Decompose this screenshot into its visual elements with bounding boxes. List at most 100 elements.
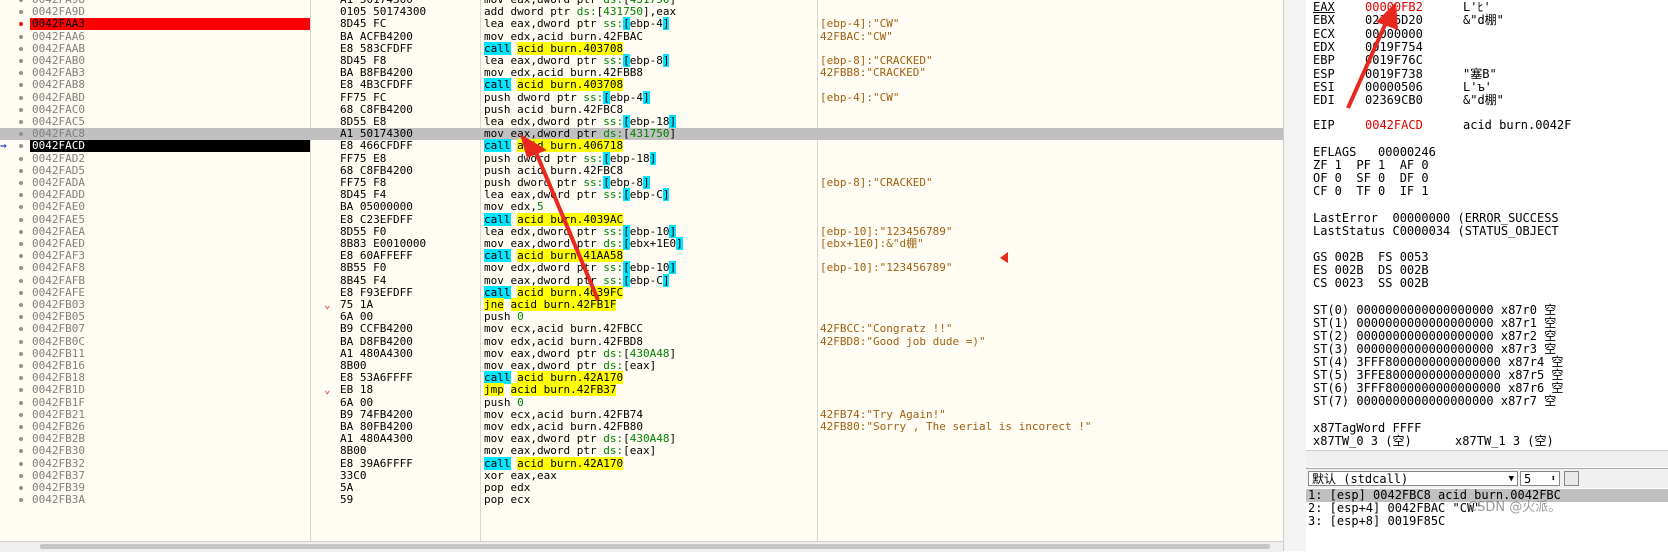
register-ecx[interactable]: ECX 00000000 [1313,27,1423,41]
opcode-bytes[interactable]: 59 [340,494,353,506]
instruction[interactable]: jmp acid burn.42FB37 [484,383,617,397]
instruction[interactable]: mov edx,dword ptr ss:[ebp-10] [484,261,677,275]
disasm-row[interactable]: 0042FB37 33C0 xor eax,eax [0,469,1283,482]
address-cell[interactable]: 0042FB1F [30,396,310,409]
address-cell[interactable]: 0042FAC0 [30,103,310,116]
disasm-row[interactable]: 0042FAB8 E8 4B3CFDFF call acid burn.403708 [0,78,1283,92]
unlock-checkbox[interactable] [1564,471,1579,486]
opcode-bytes[interactable]: 8D55 F0 [340,225,386,238]
breakpoint-gutter[interactable] [0,372,28,384]
comment[interactable]: [ebp-8]:"CRACKED" [820,55,933,67]
opcode-bytes[interactable]: FF75 E8 [340,152,386,165]
opcode-bytes[interactable]: 75 1A [340,299,373,311]
address-cell[interactable]: 0042FACD [30,140,310,153]
disasm-row[interactable]: 0042FB03 ⌄ 75 1A jne acid burn.42FB1F [0,298,1283,311]
address-cell[interactable]: 0042FAA3 [30,18,310,31]
address-cell[interactable]: 0042FA9D [30,6,310,18]
instruction[interactable]: jne acid burn.42FB1F [484,298,617,311]
register-value[interactable]: 00000506 [1365,80,1423,94]
breakpoint-gutter[interactable] [0,409,28,421]
opcode-bytes[interactable]: 8D45 F8 [340,55,386,67]
opcode-bytes[interactable]: E8 583CFDFF [340,42,413,55]
disasm-row[interactable]: 0042FB2B A1 480A4300 mov eax,dword ptr ds:… [0,433,1283,445]
disasm-row[interactable]: 0042FB16 8B00 mov eax,dword ptr ds:[eax] [0,360,1283,372]
register-edx[interactable]: EDX 0019F754 [1313,40,1423,54]
disasm-row[interactable]: 0042FB39 5A pop edx [0,482,1283,494]
register-eip[interactable]: EIP 0042FACD acid burn.0042F [1313,119,1571,132]
disasm-row[interactable]: 0042FAED 8B83 E0010000 mov eax,dword ptr d… [0,237,1283,250]
opcode-bytes[interactable]: B9 CCFB4200 [340,323,413,335]
instruction[interactable]: pop edx [484,482,530,494]
disasm-row[interactable]: 0042FADA FF75 F8 push dword ptr ss:[ebp-8]… [0,176,1283,189]
arg-count-spinner[interactable]: 5 ⬍ [1520,471,1560,486]
address-cell[interactable]: 0042FB30 [30,445,310,457]
disasm-row[interactable]: 0042FACD E8 466CFDFF call acid burn.406718 [0,139,1283,153]
register-eax[interactable]: EAX 00000FB2 L'ﾋ' [1313,1,1491,14]
breakpoint-gutter[interactable] [0,238,28,250]
opcode-bytes[interactable]: 8D55 E8 [340,116,386,128]
instruction[interactable]: call acid burn.4039FC [484,285,624,299]
address-cell[interactable]: 0042FB11 [30,347,310,360]
address-cell[interactable]: 0042FB05 [30,311,310,323]
disasm-row[interactable]: 0042FAD5 68 C8FB4200 push acid burn.42FBC8 [0,164,1283,177]
breakpoint-gutter[interactable] [0,128,28,140]
address-cell[interactable]: 0042FB0C [30,335,310,348]
instruction[interactable]: add dword ptr ds:[431750],eax [484,6,676,18]
breakpoint-gutter[interactable] [0,55,28,67]
opcode-bytes[interactable]: FF75 FC [340,91,386,104]
instruction[interactable]: push 0 [484,396,524,409]
disasm-row[interactable]: 0042FB26 BA 80FB4200 mov edx,acid burn.42F… [0,421,1283,433]
disasm-row[interactable]: 0042FB07 B9 CCFB4200 mov ecx,acid burn.42F… [0,323,1283,335]
opcode-bytes[interactable]: 8B00 [340,360,367,372]
instruction[interactable]: mov eax,dword ptr ds:[ebx+1E0] [484,237,683,250]
comment[interactable]: 42FB74:"Try Again!" [820,408,946,421]
opcode-bytes[interactable]: 6A 00 [340,311,373,323]
registers-panel[interactable]: EAX 00000FB2 L'ﾋ' EBX 02366D20 &"d棚" ECX 000000… [1306,0,1668,466]
address-cell[interactable]: 0042FB26 [30,421,310,433]
breakpoint-gutter[interactable] [0,18,28,30]
address-cell[interactable]: 0042FB2B [30,433,310,445]
breakpoint-gutter[interactable] [0,153,28,165]
disasm-row[interactable]: 0042FAA3 8D45 FC lea eax,dword ptr ss:[ebp… [0,17,1283,31]
comment[interactable]: [ebx+1E0]:&"d棚" [820,238,924,250]
address-cell[interactable]: 0042FAC5 [30,116,310,128]
breakpoint-gutter[interactable] [0,360,28,372]
breakpoint-gutter[interactable] [0,336,28,348]
address-cell[interactable]: 0042FB32 [30,457,310,470]
comment[interactable]: 42FBCC:"Congratz !!" [820,323,952,335]
instruction[interactable]: mov ecx,acid burn.42FB74 [484,408,643,421]
comment[interactable]: [ebp-10]:"123456789" [820,225,952,238]
disasm-row[interactable]: 0042FB18 E8 53A6FFFF call acid burn.42A170 [0,371,1283,385]
instruction[interactable]: mov edx,acid burn.42FB80 [484,421,643,433]
breakpoint-gutter[interactable] [0,165,28,177]
address-cell[interactable]: 0042FB16 [30,360,310,372]
disasm-row[interactable]: 0042FAFE E8 F93EFDFF call acid burn.4039FC [0,285,1283,299]
register-value[interactable]: 0042FACD [1365,119,1423,132]
register-value[interactable]: 00000000 [1365,27,1423,41]
register-ebx[interactable]: EBX 02366D20 &"d棚" [1313,14,1504,27]
disasm-row[interactable]: 0042FB05 6A 00 push 0 [0,311,1283,323]
disasm-row[interactable]: 0042FADD 8D45 F4 lea eax,dword ptr ss:[ebp… [0,188,1283,202]
disasm-row[interactable]: 0042FAFB 8B45 F4 mov eax,dword ptr ss:[ebp… [0,273,1283,287]
breakpoint-gutter[interactable] [0,177,28,189]
opcode-bytes[interactable]: 8B83 E0010000 [340,238,426,250]
breakpoint-gutter[interactable] [0,201,28,213]
opcode-bytes[interactable]: 8B45 F4 [340,274,386,287]
breakpoint-gutter[interactable] [0,250,28,262]
instruction[interactable]: lea eax,dword ptr ss:[ebp-4] [484,17,670,31]
instruction[interactable]: call acid burn.42A170 [484,456,624,470]
address-cell[interactable]: 0042FAB8 [30,79,310,91]
instruction[interactable]: mov edx,5 [484,201,544,213]
breakpoint-gutter[interactable] [0,6,28,18]
register-value[interactable]: 0019F76C [1365,54,1423,67]
opcode-bytes[interactable]: 0105 50174300 [340,6,426,18]
comment[interactable]: 42FB80:"Sorry , The serial is incorect !… [820,421,1092,433]
opcode-bytes[interactable]: FF75 F8 [340,177,386,189]
disasm-row[interactable]: 0042FAE0 BA 05000000 mov edx,5 [0,201,1283,213]
disasm-row[interactable]: 0042FB0C BA D8FB4200 mov edx,acid burn.42F… [0,335,1283,348]
opcode-bytes[interactable]: 8D45 FC [340,18,386,30]
address-cell[interactable]: 0042FB18 [30,372,310,384]
opcode-bytes[interactable]: A1 50174300 [340,128,413,140]
instruction[interactable]: xor eax,eax [484,469,557,482]
x87-tw-row[interactable]: x87TW_0 3 (空) x87TW_1 3 (空) [1313,435,1554,448]
